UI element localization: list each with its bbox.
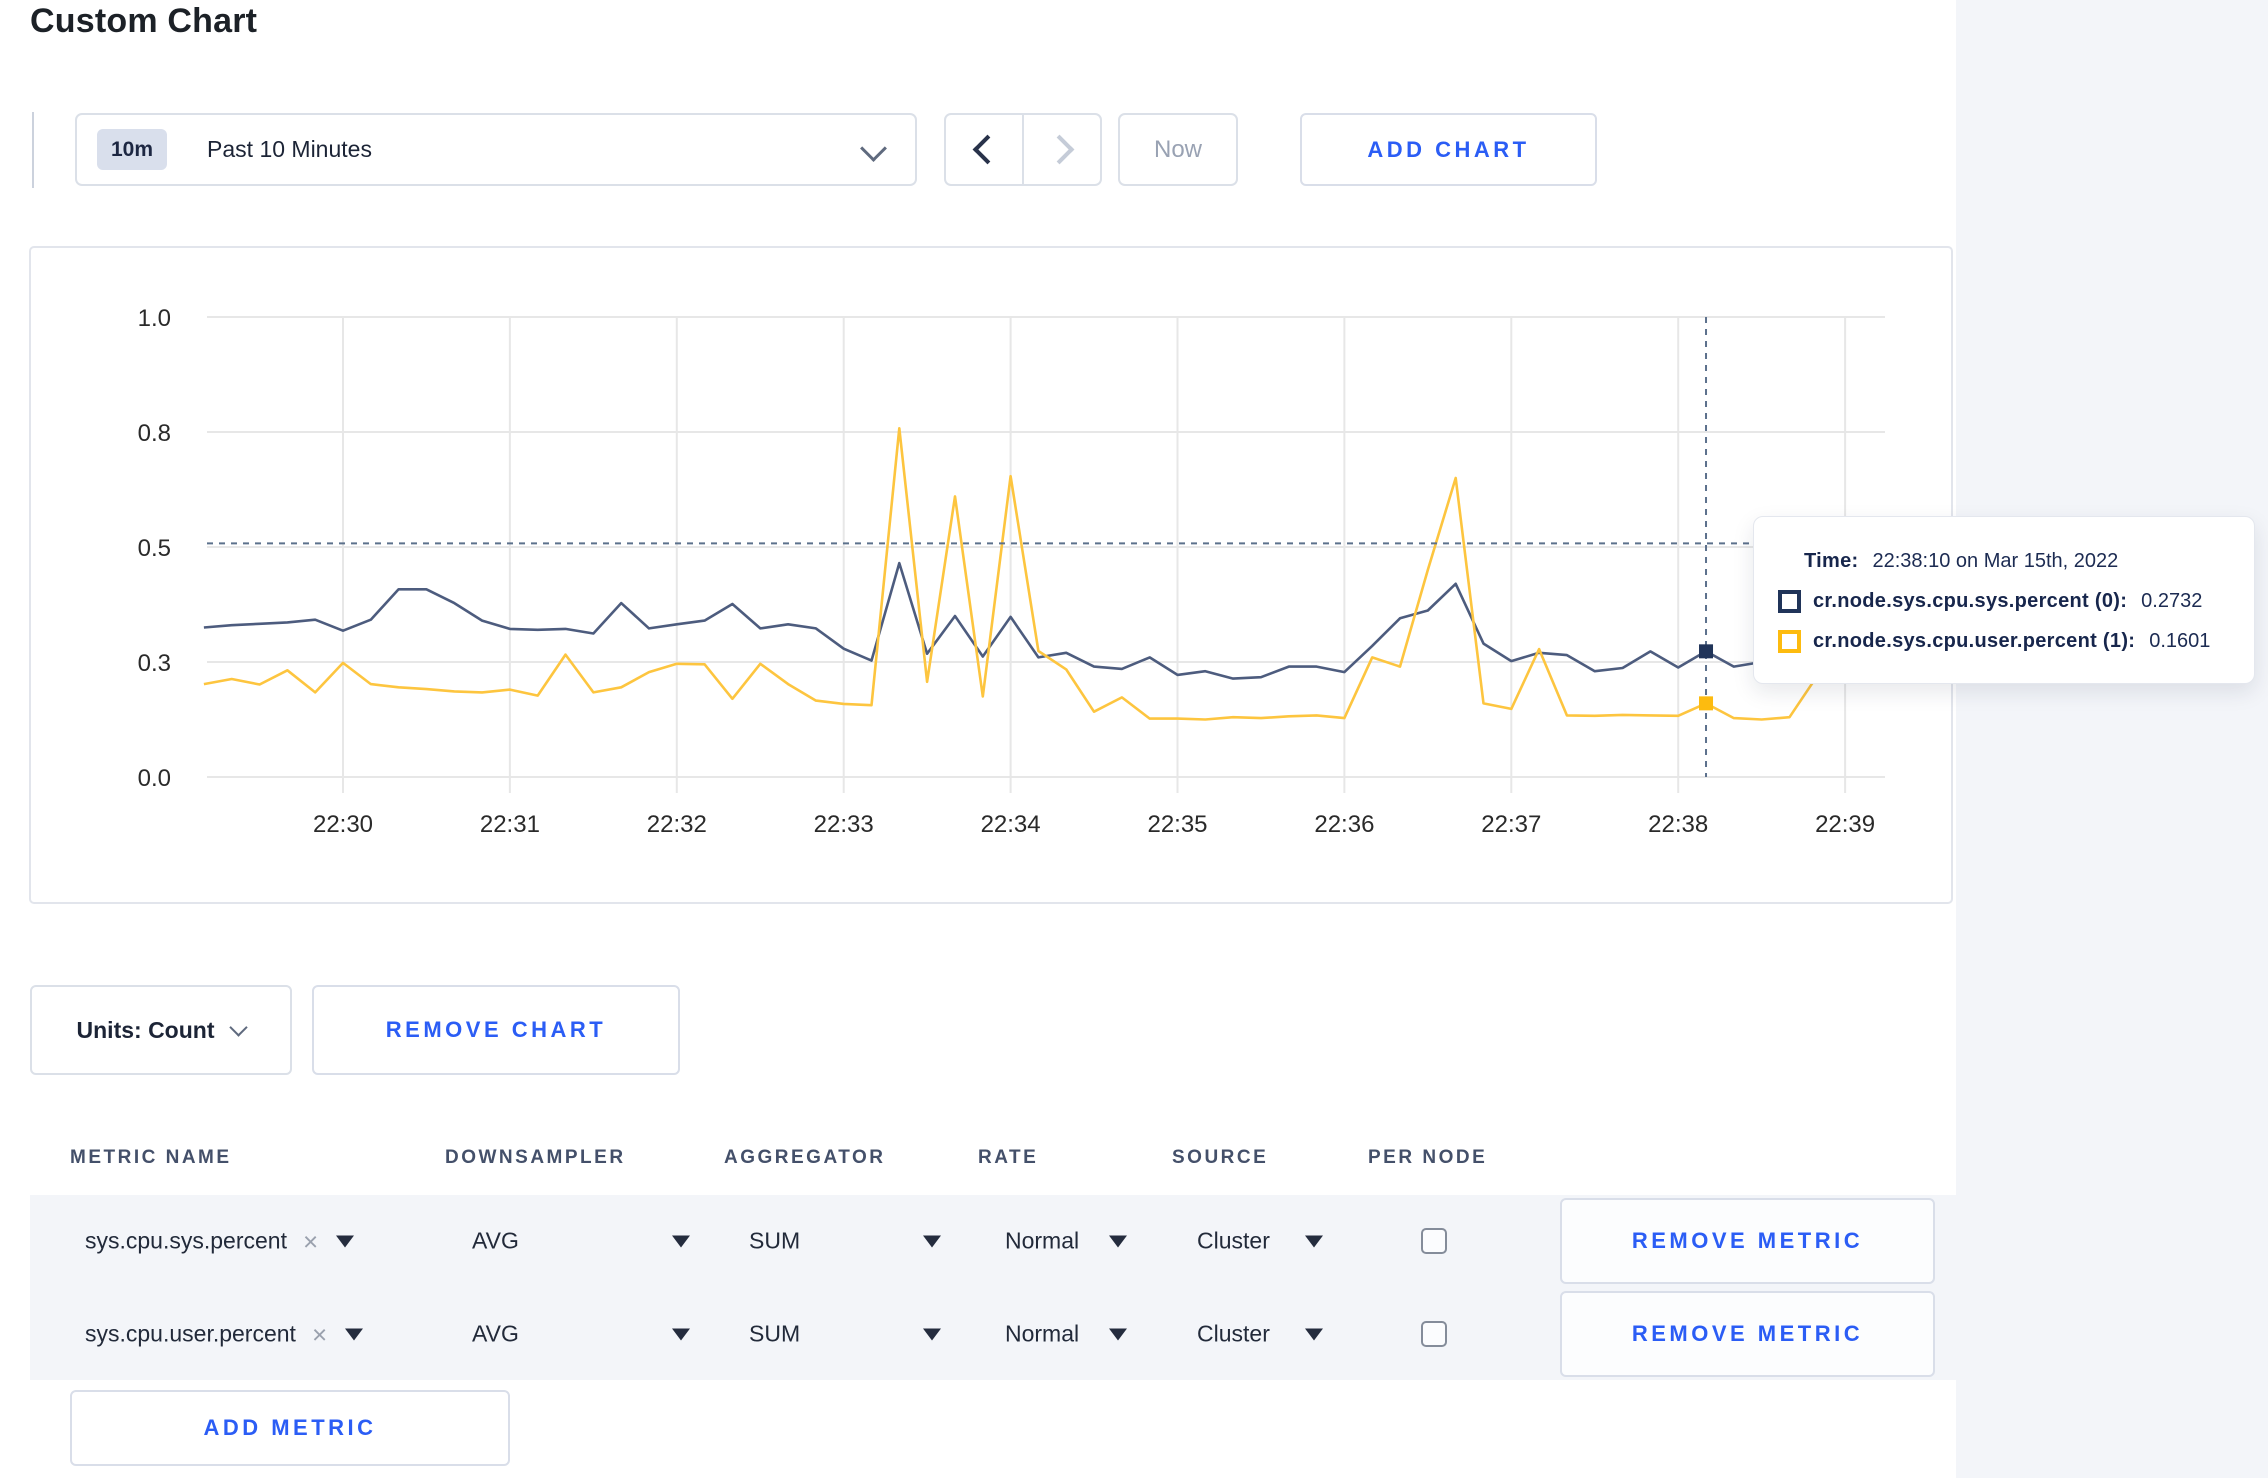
page-title: Custom Chart <box>30 2 258 40</box>
tooltip-series-row: cr.node.sys.cpu.sys.percent (0): 0.2732 <box>1778 581 2254 621</box>
add-metric-button[interactable]: ADD METRIC <box>70 1390 510 1466</box>
add-chart-button[interactable]: ADD CHART <box>1300 113 1597 186</box>
chevron-down-icon <box>229 1017 249 1037</box>
col-header-per-node: PER NODE <box>1368 1147 1488 1168</box>
svg-text:22:39: 22:39 <box>1815 811 1875 838</box>
remove-tag-icon[interactable]: × <box>312 1321 327 1347</box>
svg-text:0.0: 0.0 <box>138 765 171 792</box>
metric-name-dropdown[interactable]: sys.cpu.user.percent × <box>85 1320 364 1348</box>
chevron-right-icon <box>1044 134 1074 165</box>
chevron-down-icon <box>860 135 887 162</box>
rate-select[interactable]: Normal <box>1005 1228 1127 1255</box>
caret-down-icon <box>1109 1328 1127 1340</box>
rate-value: Normal <box>1005 1227 1080 1254</box>
caret-down-icon <box>672 1235 690 1247</box>
metric-name-value: sys.cpu.sys.percent <box>85 1227 287 1254</box>
aggregator-value: SUM <box>749 1227 801 1254</box>
tooltip-time-label: Time: <box>1804 549 1859 572</box>
metric-name-value: sys.cpu.user.percent <box>85 1320 296 1347</box>
units-dropdown[interactable]: Units: Count <box>30 985 292 1075</box>
series-sys-swatch-icon <box>1778 589 1801 613</box>
svg-text:0.5: 0.5 <box>138 535 171 562</box>
time-prev-button[interactable] <box>944 113 1023 186</box>
caret-down-icon <box>923 1328 941 1340</box>
table-row: sys.cpu.sys.percent × AVG SUM Normal Clu… <box>30 1195 1956 1287</box>
caret-down-icon <box>1305 1328 1323 1340</box>
svg-text:22:30: 22:30 <box>313 811 373 838</box>
tooltip-series-label: cr.node.sys.cpu.sys.percent (0): <box>1813 589 2128 612</box>
time-range-dropdown[interactable]: 10m Past 10 Minutes <box>75 113 917 186</box>
downsampler-value: AVG <box>472 1227 519 1254</box>
svg-text:0.8: 0.8 <box>138 420 171 447</box>
tooltip-series-row: cr.node.sys.cpu.user.percent (1): 0.1601 <box>1778 621 2254 661</box>
chart-card: 0.0 0.3 0.5 0.8 1.0 22:30 22:31 22:32 22:33 22:34… <box>29 246 1953 904</box>
aggregator-select[interactable]: SUM <box>749 1321 941 1348</box>
chevron-left-icon <box>972 134 1002 165</box>
remove-chart-button[interactable]: REMOVE CHART <box>312 985 680 1075</box>
tooltip-time-row: Time: 22:38:10 on Mar 15th, 2022 <box>1778 541 2254 581</box>
chart-hover-tooltip: Time: 22:38:10 on Mar 15th, 2022 cr.node… <box>1753 516 2255 684</box>
aggregator-value: SUM <box>749 1320 801 1347</box>
caret-down-icon <box>1109 1235 1127 1247</box>
remove-metric-button[interactable]: REMOVE METRIC <box>1560 1291 1935 1377</box>
source-select[interactable]: Cluster <box>1197 1321 1323 1348</box>
toolbar-divider <box>32 112 34 188</box>
source-value: Cluster <box>1197 1320 1270 1347</box>
tooltip-series-label: cr.node.sys.cpu.user.percent (1): <box>1813 629 2136 652</box>
table-row: sys.cpu.user.percent × AVG SUM Normal Cl… <box>30 1288 1956 1380</box>
svg-text:22:38: 22:38 <box>1648 811 1708 838</box>
downsampler-select[interactable]: AVG <box>472 1228 690 1255</box>
caret-down-icon <box>1305 1235 1323 1247</box>
time-range-label: Past 10 Minutes <box>207 136 372 162</box>
col-header-aggregator: AGGREGATOR <box>724 1147 886 1168</box>
svg-text:1.0: 1.0 <box>138 305 171 332</box>
per-node-checkbox[interactable] <box>1421 1321 1447 1347</box>
col-header-downsampler: DOWNSAMPLER <box>445 1147 626 1168</box>
aggregator-select[interactable]: SUM <box>749 1228 941 1255</box>
rate-value: Normal <box>1005 1320 1080 1347</box>
metric-name-dropdown[interactable]: sys.cpu.sys.percent × <box>85 1227 355 1255</box>
svg-text:22:32: 22:32 <box>647 811 707 838</box>
tooltip-series-value: 0.2732 <box>2141 589 2203 612</box>
svg-text:0.3: 0.3 <box>138 650 171 677</box>
rate-select[interactable]: Normal <box>1005 1321 1127 1348</box>
series-user-swatch-icon <box>1778 629 1801 653</box>
caret-down-icon <box>923 1235 941 1247</box>
caret-down-icon <box>336 1235 355 1247</box>
time-nav-group <box>944 113 1102 186</box>
tooltip-series-value: 0.1601 <box>2149 629 2211 652</box>
col-header-source: SOURCE <box>1172 1147 1269 1168</box>
now-button[interactable]: Now <box>1118 113 1238 186</box>
units-label: Units: Count <box>76 1016 215 1043</box>
svg-text:22:33: 22:33 <box>814 811 874 838</box>
svg-text:22:35: 22:35 <box>1147 811 1207 838</box>
caret-down-icon <box>672 1328 690 1340</box>
custom-chart-svg[interactable]: 0.0 0.3 0.5 0.8 1.0 22:30 22:31 22:32 22:33 22:34… <box>31 248 1951 902</box>
time-next-button[interactable] <box>1023 113 1102 186</box>
downsampler-value: AVG <box>472 1320 519 1347</box>
svg-text:22:31: 22:31 <box>480 811 540 838</box>
remove-tag-icon[interactable]: × <box>303 1228 318 1254</box>
source-value: Cluster <box>1197 1227 1270 1254</box>
svg-text:22:37: 22:37 <box>1481 811 1541 838</box>
col-header-rate: RATE <box>978 1147 1039 1168</box>
downsampler-select[interactable]: AVG <box>472 1321 690 1348</box>
source-select[interactable]: Cluster <box>1197 1228 1323 1255</box>
time-range-badge: 10m <box>97 129 168 170</box>
tooltip-time-value: 22:38:10 on Mar 15th, 2022 <box>1872 549 2119 572</box>
svg-text:22:36: 22:36 <box>1314 811 1374 838</box>
caret-down-icon <box>345 1328 364 1340</box>
col-header-metric-name: METRIC NAME <box>70 1147 232 1168</box>
svg-text:22:34: 22:34 <box>981 811 1041 838</box>
remove-metric-button[interactable]: REMOVE METRIC <box>1560 1198 1935 1284</box>
per-node-checkbox[interactable] <box>1421 1228 1447 1254</box>
